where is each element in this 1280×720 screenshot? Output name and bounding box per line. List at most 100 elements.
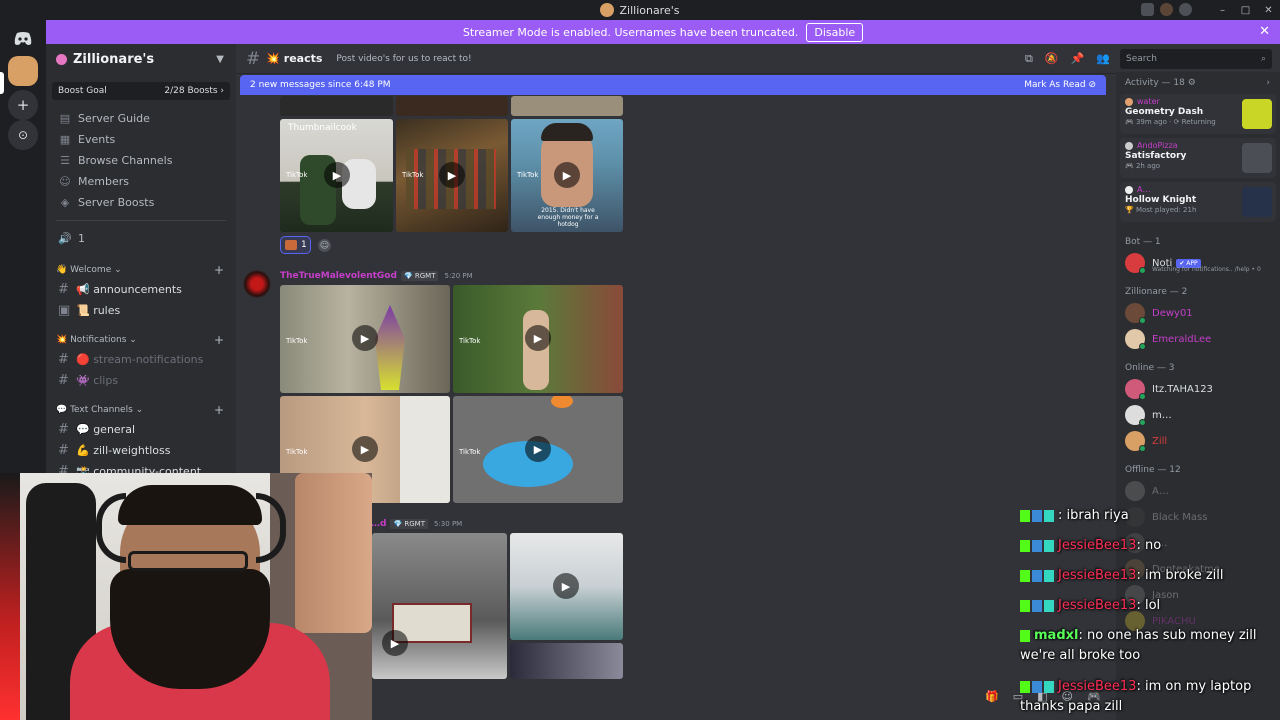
play-icon[interactable]: ▶	[439, 162, 465, 188]
search-input[interactable]: Search ⌕	[1120, 49, 1272, 69]
banner-close-icon[interactable]: ✕	[1259, 24, 1270, 39]
tiktok-watermark: TikTok	[286, 448, 308, 456]
category-welcome[interactable]: 👋 Welcome ⌄ +	[46, 261, 236, 279]
avatar-small-icon[interactable]	[1160, 3, 1173, 16]
member-list-icon[interactable]: 👥	[1096, 52, 1110, 66]
video-thumbnail[interactable]: ▶	[372, 533, 507, 679]
member-item[interactable]: Itz.TAHA123	[1116, 376, 1280, 402]
category-text-channels[interactable]: 💬 Text Channels ⌄ +	[46, 401, 236, 419]
gift-icon[interactable]: 🎁	[985, 690, 999, 703]
add-channel-icon[interactable]: +	[214, 263, 224, 277]
nav-server-boosts[interactable]: ◈ Server Boosts	[52, 192, 230, 213]
minimize-button[interactable]: –	[1211, 0, 1234, 20]
member-item[interactable]: A…	[1116, 478, 1280, 504]
video-thumbnail[interactable]: ▶ TikTok 2015. Didn't have enough money …	[511, 119, 623, 232]
play-icon[interactable]: ▶	[553, 573, 579, 599]
activity-header[interactable]: Activity — 18 ⚙ ›	[1116, 72, 1280, 94]
role-tag: 💎 RGMT	[390, 519, 428, 529]
discord-home-icon[interactable]	[8, 24, 38, 54]
play-icon[interactable]: ▶	[525, 325, 551, 351]
guide-icon: ▤	[59, 112, 71, 125]
activity-card[interactable]: A… Hollow Knight 🏆 Most played: 21h	[1120, 182, 1276, 222]
channel-announcements[interactable]: # 📢 announcements	[52, 279, 230, 300]
message-author[interactable]: …d	[371, 519, 386, 529]
video-thumbnail[interactable]: ▶ TikTok	[396, 119, 508, 232]
member-item[interactable]: m…	[1116, 402, 1280, 428]
chevron-down-icon: ▼	[216, 53, 224, 65]
channel-rules[interactable]: ▣ 📜 rules	[52, 300, 230, 321]
server-logo-icon	[600, 3, 615, 17]
play-icon[interactable]: ▶	[352, 436, 378, 462]
add-server-icon[interactable]: +	[8, 90, 38, 120]
mark-as-read-button[interactable]: Mark As Read ⊘	[1024, 80, 1096, 90]
play-icon[interactable]: ▶	[525, 436, 551, 462]
avatar	[1125, 481, 1145, 501]
inbox-icon[interactable]	[1141, 3, 1154, 16]
add-channel-icon[interactable]: +	[214, 403, 224, 417]
video-thumbnail[interactable]	[510, 643, 623, 679]
member-item[interactable]: Noti ✔ APP Watching for notifications.. …	[1116, 250, 1280, 276]
play-icon[interactable]: ▶	[324, 162, 350, 188]
video-thumbnail[interactable]: ▶	[510, 533, 623, 640]
help-icon[interactable]	[1179, 3, 1192, 16]
channel-topic[interactable]: Post video's for us to react to!	[336, 54, 471, 64]
nav-members[interactable]: ☺ Members	[52, 171, 230, 192]
video-thumbnail[interactable]	[280, 96, 393, 116]
chat-line: : ibrah riya	[1020, 508, 1129, 523]
video-thumbnail[interactable]	[511, 96, 623, 116]
play-icon[interactable]: ▶	[554, 162, 580, 188]
nav-events[interactable]: ▦ Events	[52, 129, 230, 150]
channel-stream-notifications[interactable]: # 🔴 stream-notifications	[52, 349, 230, 370]
reaction-chip[interactable]: 1	[280, 236, 311, 254]
new-messages-text: 2 new messages since 6:48 PM	[250, 80, 391, 90]
avatar[interactable]	[243, 270, 271, 298]
message-author[interactable]: TheTrueMalevolentGod	[280, 271, 397, 281]
chat-badges	[1020, 569, 1054, 582]
server-zillionares-icon[interactable]	[8, 56, 38, 86]
add-channel-icon[interactable]: +	[214, 333, 224, 347]
server-header[interactable]: Zillionare's ▼	[46, 44, 236, 74]
play-icon[interactable]: ▶	[352, 325, 378, 351]
search-placeholder: Search	[1126, 54, 1157, 64]
avatar	[1125, 329, 1146, 350]
activity-card[interactable]: AndoPizza Satisfactory 🎮 2h ago	[1120, 138, 1276, 178]
boost-goal-bar[interactable]: Boost Goal 2/28 Boosts ›	[52, 82, 230, 100]
explore-servers-icon[interactable]: ⊙	[8, 120, 38, 150]
maximize-button[interactable]: □	[1234, 0, 1257, 20]
channel-zill-weightloss[interactable]: # 💪 zill-weightloss	[52, 440, 230, 461]
activity-card[interactable]: water Geometry Dash 🎮 39m ago · ⟳ Return…	[1120, 94, 1276, 134]
play-icon[interactable]: ▶	[382, 630, 408, 656]
chat-line: JessieBee13: lol	[1020, 598, 1160, 613]
user-avatar-icon	[1125, 97, 1133, 106]
close-button[interactable]: ✕	[1257, 0, 1280, 20]
stream-chat-overlay: : ibrah riya JessieBee13: no JessieBee13…	[1020, 508, 1280, 720]
tiktok-watermark: TikTok	[402, 171, 424, 179]
video-thumbnail[interactable]: Thumbnailcook ▶ TikTok	[280, 119, 393, 232]
nav-server-guide[interactable]: ▤ Server Guide	[52, 108, 230, 129]
banner-text: Streamer Mode is enabled. Usernames have…	[462, 25, 799, 39]
member-item[interactable]: Dewy01	[1116, 300, 1280, 326]
add-reaction-icon[interactable]: ☺	[318, 239, 331, 252]
new-messages-bar[interactable]: 2 new messages since 6:48 PM Mark As Rea…	[240, 75, 1106, 95]
video-thumbnail[interactable]	[396, 96, 508, 116]
channel-clips[interactable]: # 👾 clips	[52, 370, 230, 391]
video-thumbnail[interactable]: ▶ TikTok	[280, 285, 450, 393]
video-thumbnail[interactable]: ▶ TikTok	[453, 396, 623, 503]
window-titlebar: Zillionare's – □ ✕	[0, 0, 1280, 20]
nav-browse-channels[interactable]: ☰ Browse Channels	[52, 150, 230, 171]
voice-channel[interactable]: 🔊 1	[52, 228, 230, 249]
mute-icon[interactable]: 🔕	[1045, 52, 1059, 66]
pin-icon[interactable]: 📌	[1071, 52, 1085, 66]
category-notifications[interactable]: 💥 Notifications ⌄ +	[46, 331, 236, 349]
disable-button[interactable]: Disable	[806, 22, 864, 42]
member-item[interactable]: EmeraldLee	[1116, 326, 1280, 352]
video-thumbnail[interactable]: ▶ TikTok	[453, 285, 623, 393]
member-item[interactable]: Zill	[1116, 428, 1280, 454]
threads-icon[interactable]: ⧉	[1025, 52, 1033, 66]
hash-icon: #	[58, 282, 69, 297]
channel-general[interactable]: # 💬 general	[52, 419, 230, 440]
tiktok-watermark: TikTok	[459, 337, 481, 345]
hair-shape	[118, 485, 262, 525]
hash-icon: #	[246, 48, 261, 69]
thumb-caption: Thumbnailcook	[288, 123, 357, 133]
